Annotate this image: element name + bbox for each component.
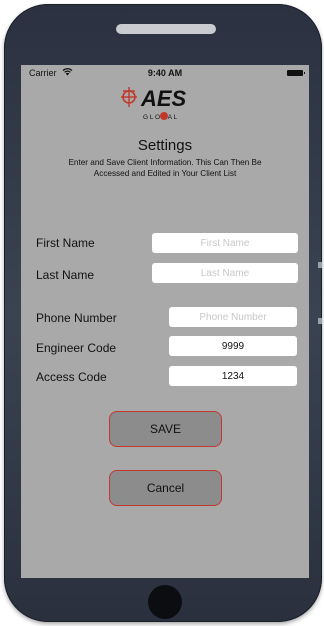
power-button xyxy=(318,318,322,324)
phone-number-field[interactable] xyxy=(169,307,297,327)
globe-icon xyxy=(160,112,168,120)
first-name-label: First Name xyxy=(36,236,95,250)
cancel-button[interactable]: Cancel xyxy=(109,470,222,506)
phone-number-label: Phone Number xyxy=(36,311,117,325)
earpiece-speaker xyxy=(116,24,216,34)
page-subtitle: Enter and Save Client Information. This … xyxy=(45,157,285,179)
app-screen: Carrier 9:40 AM AES G L O B A L Settings… xyxy=(21,65,309,578)
access-code-field[interactable] xyxy=(169,366,297,386)
subtitle-line-2: Accessed and Edited in Your Client List xyxy=(93,169,237,178)
aes-global-logo: AES G L O B A L xyxy=(121,85,213,125)
volume-button xyxy=(318,262,322,268)
page-title: Settings xyxy=(137,137,193,154)
phone-frame: Carrier 9:40 AM AES G L O B A L Settings… xyxy=(4,4,322,622)
last-name-field[interactable] xyxy=(152,263,298,283)
status-time: 9:40 AM xyxy=(147,68,183,78)
home-button[interactable] xyxy=(148,585,182,619)
access-code-label: Access Code xyxy=(36,370,107,384)
last-name-label: Last Name xyxy=(36,268,95,282)
status-bar: Carrier 9:40 AM xyxy=(21,65,309,81)
subtitle-line-1: Enter and Save Client Information. This … xyxy=(68,158,262,167)
battery-icon xyxy=(287,70,305,76)
first-name-field[interactable] xyxy=(152,233,298,253)
engineer-code-label: Engineer Code xyxy=(36,341,117,355)
save-button[interactable]: SAVE xyxy=(109,411,222,447)
engineer-code-field[interactable] xyxy=(169,336,297,356)
logo-main-text: AES xyxy=(140,86,187,111)
